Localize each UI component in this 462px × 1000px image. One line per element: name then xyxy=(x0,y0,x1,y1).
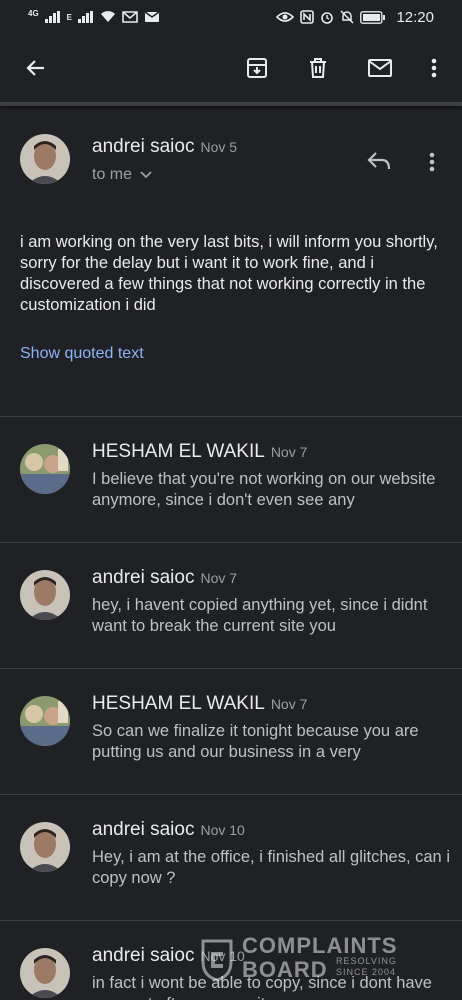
cell-signal-icon-2 xyxy=(44,11,61,23)
sender-line: andrei saioc Nov 7 xyxy=(92,567,237,589)
message-snippet: hey, i havent copied anything yet, since… xyxy=(92,596,428,635)
avatar[interactable] xyxy=(20,948,70,998)
status-right: 12:20 xyxy=(276,9,434,26)
message-snippet: So can we finalize it tonight because yo… xyxy=(92,722,419,761)
avatar[interactable] xyxy=(20,696,70,746)
message-snippet: I believe that you're not working on our… xyxy=(92,470,436,509)
status-left: 4G E xyxy=(28,9,160,25)
open-message: andrei saioc Nov 5 to me i am working on … xyxy=(0,110,462,416)
sender-name: andrei saioc xyxy=(92,567,195,588)
sender-name: HESHAM EL WAKIL xyxy=(92,693,265,714)
avatar[interactable] xyxy=(20,570,70,620)
sender-name: andrei saioc xyxy=(92,819,195,840)
mark-unread-icon[interactable] xyxy=(366,54,394,82)
watermark-tagline: RESOLVING SINCE 2004 xyxy=(336,956,397,978)
archive-icon[interactable] xyxy=(243,54,271,82)
message-more-icon[interactable] xyxy=(428,150,438,174)
back-arrow-icon[interactable] xyxy=(22,54,50,82)
gmail-notification-icon xyxy=(122,11,138,23)
sender-name: andrei saioc xyxy=(92,945,195,966)
notifications-off-icon xyxy=(340,10,354,24)
sender-line: HESHAM EL WAKIL Nov 7 xyxy=(92,693,307,715)
sender-line: HESHAM EL WAKIL Nov 7 xyxy=(92,441,307,463)
status-bar: 4G E 12:20 xyxy=(0,0,462,34)
complaintsboard-watermark: COMPLAINTS BOARD RESOLVING SINCE 2004 xyxy=(200,934,420,990)
thread-message[interactable]: andrei saioc Nov 7 hey, i havent copied a… xyxy=(0,543,462,668)
wifi-icon xyxy=(100,11,116,23)
thread-message[interactable]: HESHAM EL WAKIL Nov 7 I believe that you'… xyxy=(0,417,462,542)
recipient-details[interactable]: to me xyxy=(92,166,152,184)
reply-icon[interactable] xyxy=(366,150,394,174)
clock: 12:20 xyxy=(396,8,434,26)
sender-name: HESHAM EL WAKIL xyxy=(92,441,265,462)
sender-line: andrei saioc Nov 5 xyxy=(92,136,237,158)
app-toolbar xyxy=(0,34,462,102)
watermark-line2: BOARD xyxy=(242,957,328,982)
avatar[interactable] xyxy=(20,444,70,494)
nfc-icon xyxy=(300,10,315,24)
message-body: i am working on the very last bits, i wi… xyxy=(20,233,438,314)
show-quoted-text-link[interactable]: Show quoted text xyxy=(20,345,144,363)
watermark-tag2: SINCE 2004 xyxy=(336,967,397,977)
battery-icon xyxy=(360,10,386,24)
message-date: Nov 7 xyxy=(270,696,308,712)
cell-signal-icon-3 xyxy=(78,11,94,23)
cell-signal-icon: 4G xyxy=(28,9,39,25)
watermark-line1: COMPLAINTS xyxy=(242,933,398,958)
eye-comfort-icon xyxy=(276,11,295,23)
message-notification-icon xyxy=(144,11,160,23)
thread-message[interactable]: andrei saioc Nov 10 Hey, i am at the offi… xyxy=(0,795,462,920)
network-type-label: 4G xyxy=(28,9,39,18)
shield-logo-icon xyxy=(201,939,233,982)
message-snippet: Hey, i am at the office, i finished all … xyxy=(92,848,450,887)
avatar[interactable] xyxy=(20,822,70,872)
delete-icon[interactable] xyxy=(304,54,332,82)
more-vert-icon[interactable] xyxy=(420,54,448,82)
thread-message[interactable]: HESHAM EL WAKIL Nov 7 So can we finalize … xyxy=(0,669,462,794)
network-type-label-2: E xyxy=(66,12,73,22)
message-date: Nov 7 xyxy=(270,444,308,460)
avatar[interactable] xyxy=(20,134,70,184)
watermark-tag1: RESOLVING xyxy=(336,956,397,966)
message-date: Nov 10 xyxy=(200,822,245,838)
sender-name: andrei saioc xyxy=(92,136,195,157)
alarm-icon xyxy=(320,10,334,24)
recipient-label: to me xyxy=(92,166,133,183)
toolbar-divider xyxy=(0,102,462,106)
chevron-down-icon xyxy=(140,171,152,179)
sender-line: andrei saioc Nov 10 xyxy=(92,819,245,841)
message-date: Nov 7 xyxy=(200,570,238,586)
message-date: Nov 5 xyxy=(200,139,238,155)
